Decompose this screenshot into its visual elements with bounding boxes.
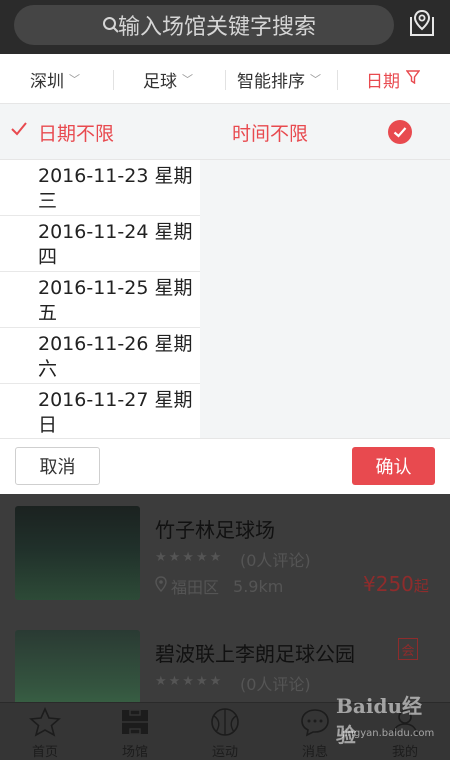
venue-thumbnail [15, 630, 140, 702]
venue-name: 竹子林足球场 [155, 518, 275, 542]
location-pin-icon [155, 576, 167, 596]
tab-label: 场馆 [121, 745, 148, 760]
date-option[interactable]: 2016-11-23 星期三 [0, 160, 200, 216]
date-option-label: 2016-11-24 星期四 [38, 221, 193, 268]
tab-sports[interactable]: 运动 [180, 703, 270, 760]
filter-bar: 深圳 ﹀ 足球 ﹀ 智能排序 ﹀ 日期 [0, 54, 450, 104]
review-count: (0人评论) [240, 551, 311, 570]
time-option-any[interactable]: 时间不限 [200, 104, 450, 160]
chevron-down-icon: ﹀ [310, 73, 321, 86]
divider [225, 70, 226, 90]
check-circle-icon [388, 120, 412, 144]
date-option[interactable]: 2016-11-24 星期四 [0, 216, 200, 272]
filter-date[interactable]: 日期 [366, 54, 421, 104]
map-pin-icon [408, 8, 436, 42]
map-button[interactable] [405, 8, 439, 42]
tab-venues[interactable]: 场馆 [90, 703, 180, 760]
date-option-any[interactable]: 日期不限 [0, 104, 200, 160]
date-option[interactable]: 2016-11-27 星期日 [0, 384, 200, 440]
date-filter-panel: 日期不限 2016-11-23 星期三 2016-11-24 星期四 2016-… [0, 104, 450, 440]
confirm-button[interactable]: 确认 [352, 447, 435, 485]
watermark-text: Baidu经验 [336, 694, 422, 747]
cancel-button[interactable]: 取消 [15, 447, 100, 485]
filter-funnel-icon [405, 69, 421, 89]
date-option[interactable]: 2016-11-26 星期六 [0, 328, 200, 384]
price-value: ¥250 [363, 572, 414, 596]
search-placeholder: 输入场馆关键字搜索 [118, 15, 317, 40]
date-option-label: 2016-11-27 星期日 [38, 389, 193, 436]
filter-actions: 取消 确认 [0, 438, 450, 494]
filter-date-label: 日期 [366, 71, 400, 92]
filter-city[interactable]: 深圳 ﹀ [30, 54, 80, 104]
venue-district: 福田区 [171, 578, 220, 597]
filter-sport-label: 足球 [143, 71, 177, 92]
checkmark-icon [10, 120, 28, 142]
venue-thumbnail [15, 506, 140, 600]
rating-stars: ★★★★★ [155, 674, 224, 689]
search-bar[interactable]: 输入场馆关键字搜索 [14, 5, 394, 45]
chevron-down-icon: ﹀ [69, 73, 80, 86]
ball-icon [209, 707, 241, 737]
date-option-label: 2016-11-26 星期六 [38, 333, 193, 380]
top-header: 输入场馆关键字搜索 [0, 0, 450, 54]
divider [113, 70, 114, 90]
date-option[interactable]: 2016-11-25 星期五 [0, 272, 200, 328]
filter-city-label: 深圳 [30, 71, 64, 92]
date-option-any-label: 日期不限 [38, 123, 115, 145]
filter-sport[interactable]: 足球 ﹀ [143, 54, 193, 104]
venue-price: ¥250起 [363, 572, 429, 596]
star-icon [29, 707, 61, 737]
venue-name: 碧波联上李朗足球公园 [155, 642, 355, 666]
time-list: 时间不限 [200, 104, 450, 438]
price-suffix: 起 [413, 577, 429, 595]
date-list: 日期不限 2016-11-23 星期三 2016-11-24 星期四 2016-… [0, 104, 200, 440]
venue-list-overlay: 竹子林足球场 ★★★★★ (0人评论) 福田区 5.9km ¥250起 碧波联上… [0, 494, 450, 702]
date-option-label: 2016-11-25 星期五 [38, 277, 193, 324]
tab-home[interactable]: 首页 [0, 703, 90, 760]
time-option-any-label: 时间不限 [232, 123, 309, 145]
venue-location: 福田区 5.9km [155, 574, 283, 598]
divider [337, 70, 338, 90]
review-count: (0人评论) [240, 675, 311, 694]
filter-sort-label: 智能排序 [237, 71, 305, 92]
chat-icon [299, 707, 331, 737]
baidu-watermark: Baidu经验 jingyan.baidu.com [330, 688, 440, 748]
venue-card[interactable]: 竹子林足球场 ★★★★★ (0人评论) 福田区 5.9km ¥250起 [0, 494, 450, 614]
tab-label: 运动 [211, 745, 238, 760]
venue-distance: 5.9km [233, 576, 284, 596]
tab-label: 首页 [31, 745, 58, 760]
chevron-down-icon: ﹀ [182, 73, 193, 86]
stadium-icon [119, 707, 151, 737]
date-option-label: 2016-11-23 星期三 [38, 165, 193, 212]
filter-sort[interactable]: 智能排序 ﹀ [237, 54, 321, 104]
search-icon [102, 16, 120, 38]
rating-stars: ★★★★★ [155, 550, 224, 565]
watermark-url: jingyan.baidu.com [342, 728, 435, 739]
member-badge: 会 [398, 638, 418, 660]
